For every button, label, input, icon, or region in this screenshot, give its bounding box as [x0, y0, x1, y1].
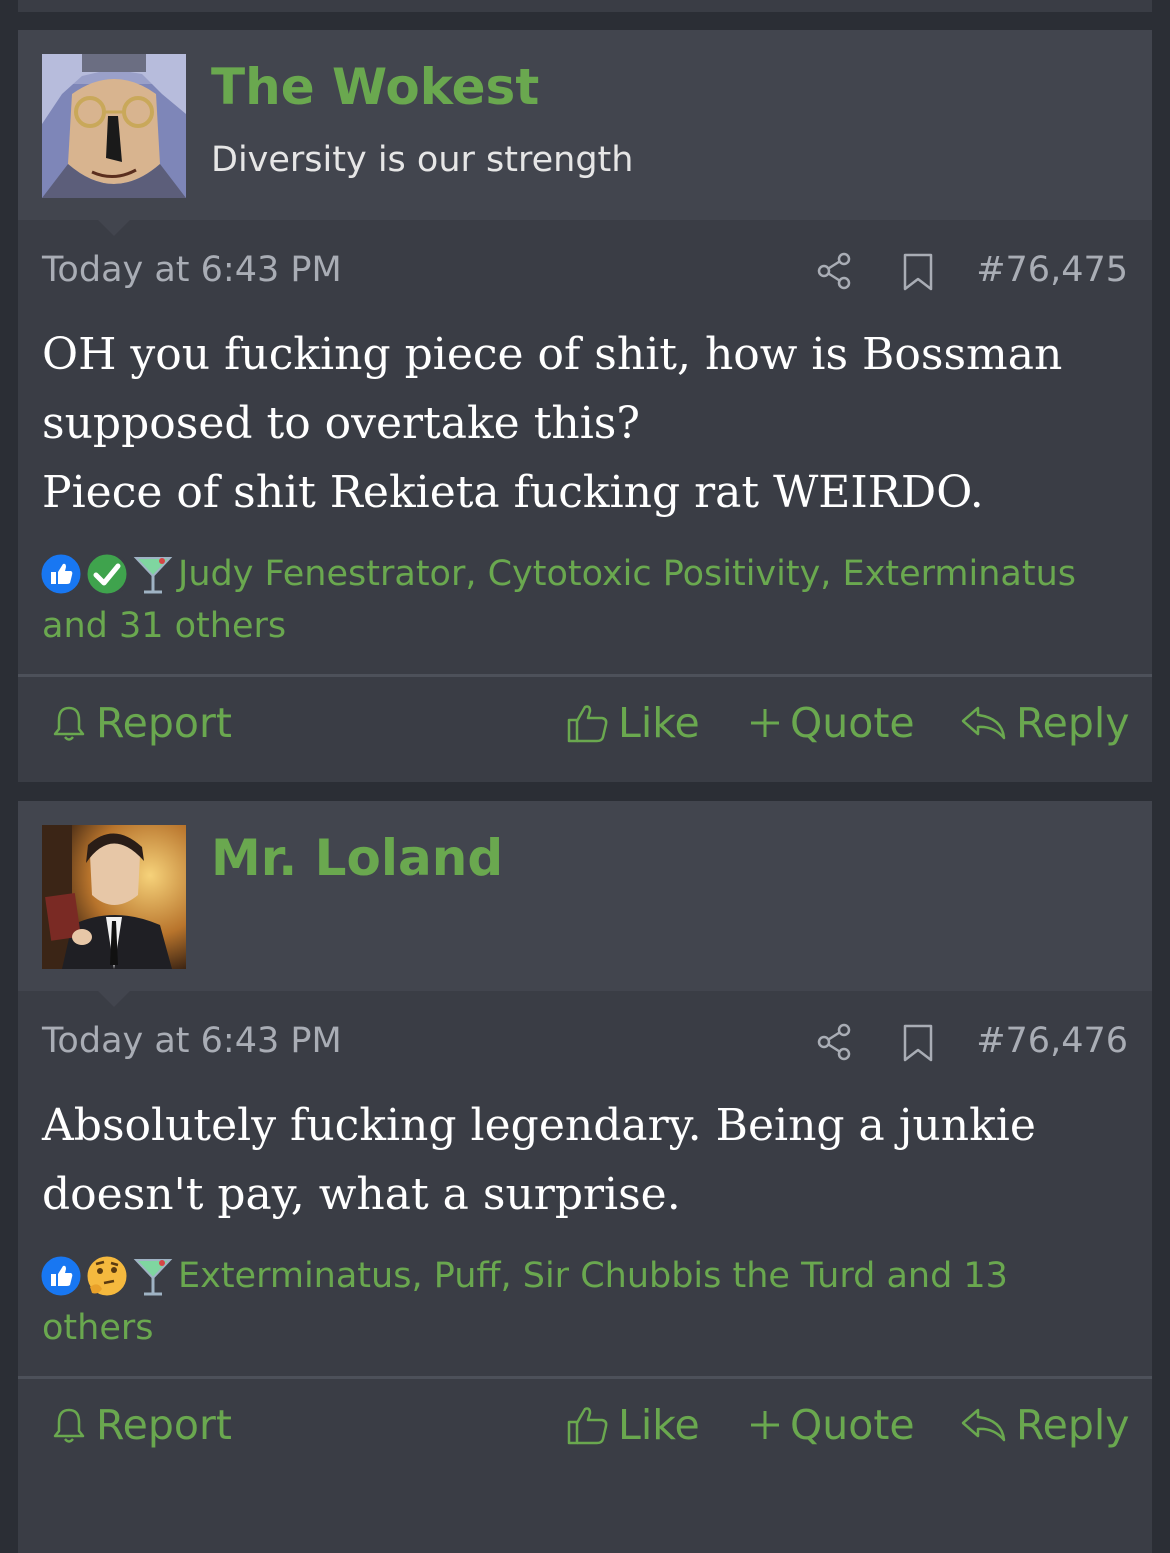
like-button[interactable]: Like [566, 699, 700, 747]
reactions-bar[interactable]: Judy Fenestrator, Cytotoxic Positivity, … [38, 548, 1132, 652]
reply-label: Reply [1016, 699, 1130, 747]
post-76475: The Wokest Diversity is our strength Tod… [18, 30, 1152, 782]
post-header: Mr. Loland [18, 801, 1152, 991]
like-reaction-icon [38, 1253, 84, 1299]
bell-icon [53, 706, 85, 741]
avatar[interactable] [42, 54, 186, 198]
previous-post-edge [18, 0, 1152, 12]
post-body-line: Piece of shit Rekieta fucking rat WEIRDO… [42, 467, 984, 518]
cocktail-reaction-icon [133, 557, 173, 594]
reaction-others[interactable]: and 31 others [42, 600, 1132, 652]
reaction-icons[interactable] [38, 1253, 178, 1299]
header-pointer [98, 220, 130, 236]
quote-button[interactable]: Quote [748, 699, 915, 747]
like-button[interactable]: Like [566, 1401, 700, 1449]
avatar[interactable] [42, 825, 186, 969]
post-date[interactable]: Today at 6:43 PM [42, 1021, 342, 1061]
post-body-line: doesn't pay, what a surprise. [42, 1169, 681, 1220]
user-title: Diversity is our strength [211, 140, 634, 180]
agree-checkmark-reaction-icon [84, 551, 130, 597]
next-post-edge [18, 1502, 1152, 1510]
like-label: Like [618, 699, 700, 747]
post-body: OH you fucking piece of shit, how is Bos… [42, 320, 1132, 527]
bookmark-icon[interactable] [902, 252, 934, 292]
reaction-icons[interactable] [38, 551, 178, 597]
like-reaction-icon [38, 551, 84, 597]
report-button[interactable]: Report [50, 1401, 232, 1449]
reaction-others[interactable]: others [42, 1302, 1132, 1354]
report-label: Report [96, 1401, 232, 1449]
thinking-face-reaction-icon [84, 1253, 130, 1299]
post-actions: Report Like Quote Reply [18, 1379, 1152, 1483]
quote-button[interactable]: Quote [748, 1401, 915, 1449]
thumbs-up-icon [567, 705, 608, 743]
cocktail-reaction-icon [133, 1259, 173, 1296]
post-body-line: Absolutely fucking legendary. Being a ju… [42, 1100, 1036, 1151]
post-header: The Wokest Diversity is our strength [18, 30, 1152, 220]
reaction-users[interactable]: Judy Fenestrator, Cytotoxic Positivity, … [178, 554, 1076, 594]
quote-label: Quote [790, 699, 915, 747]
post-date[interactable]: Today at 6:43 PM [42, 250, 342, 290]
post-number-link[interactable]: #76,476 [976, 1021, 1128, 1061]
post-body-line: supposed to overtake this? [42, 398, 640, 449]
share-icon[interactable] [816, 1023, 852, 1061]
reply-button[interactable]: Reply [960, 699, 1130, 747]
reply-button[interactable]: Reply [960, 1401, 1130, 1449]
post-body-line: OH you fucking piece of shit, how is Bos… [42, 329, 1063, 380]
post-actions: Report Like Quote Reply [18, 677, 1152, 781]
bookmark-icon[interactable] [902, 1023, 934, 1063]
reply-arrow-icon [961, 706, 1006, 740]
like-label: Like [618, 1401, 700, 1449]
header-pointer [98, 991, 130, 1007]
reply-arrow-icon [961, 1408, 1006, 1442]
post-body: Absolutely fucking legendary. Being a ju… [42, 1091, 1132, 1229]
post-number-link[interactable]: #76,475 [976, 250, 1128, 290]
report-button[interactable]: Report [50, 699, 232, 747]
bell-icon [53, 1408, 85, 1443]
plus-icon [751, 709, 779, 737]
reactions-bar[interactable]: Exterminatus, Puff, Sir Chubbis the Turd… [38, 1250, 1132, 1354]
username[interactable]: The Wokest [211, 58, 539, 116]
username[interactable]: Mr. Loland [211, 829, 503, 887]
reply-label: Reply [1016, 1401, 1130, 1449]
post-76476: Mr. Loland Today at 6:43 PM #76,476 Abso… [18, 801, 1152, 1553]
plus-icon [751, 1411, 779, 1439]
report-label: Report [96, 699, 232, 747]
share-icon[interactable] [816, 252, 852, 290]
quote-label: Quote [790, 1401, 915, 1449]
thumbs-up-icon [567, 1407, 608, 1445]
reaction-users[interactable]: Exterminatus, Puff, Sir Chubbis the Turd… [178, 1256, 1008, 1296]
